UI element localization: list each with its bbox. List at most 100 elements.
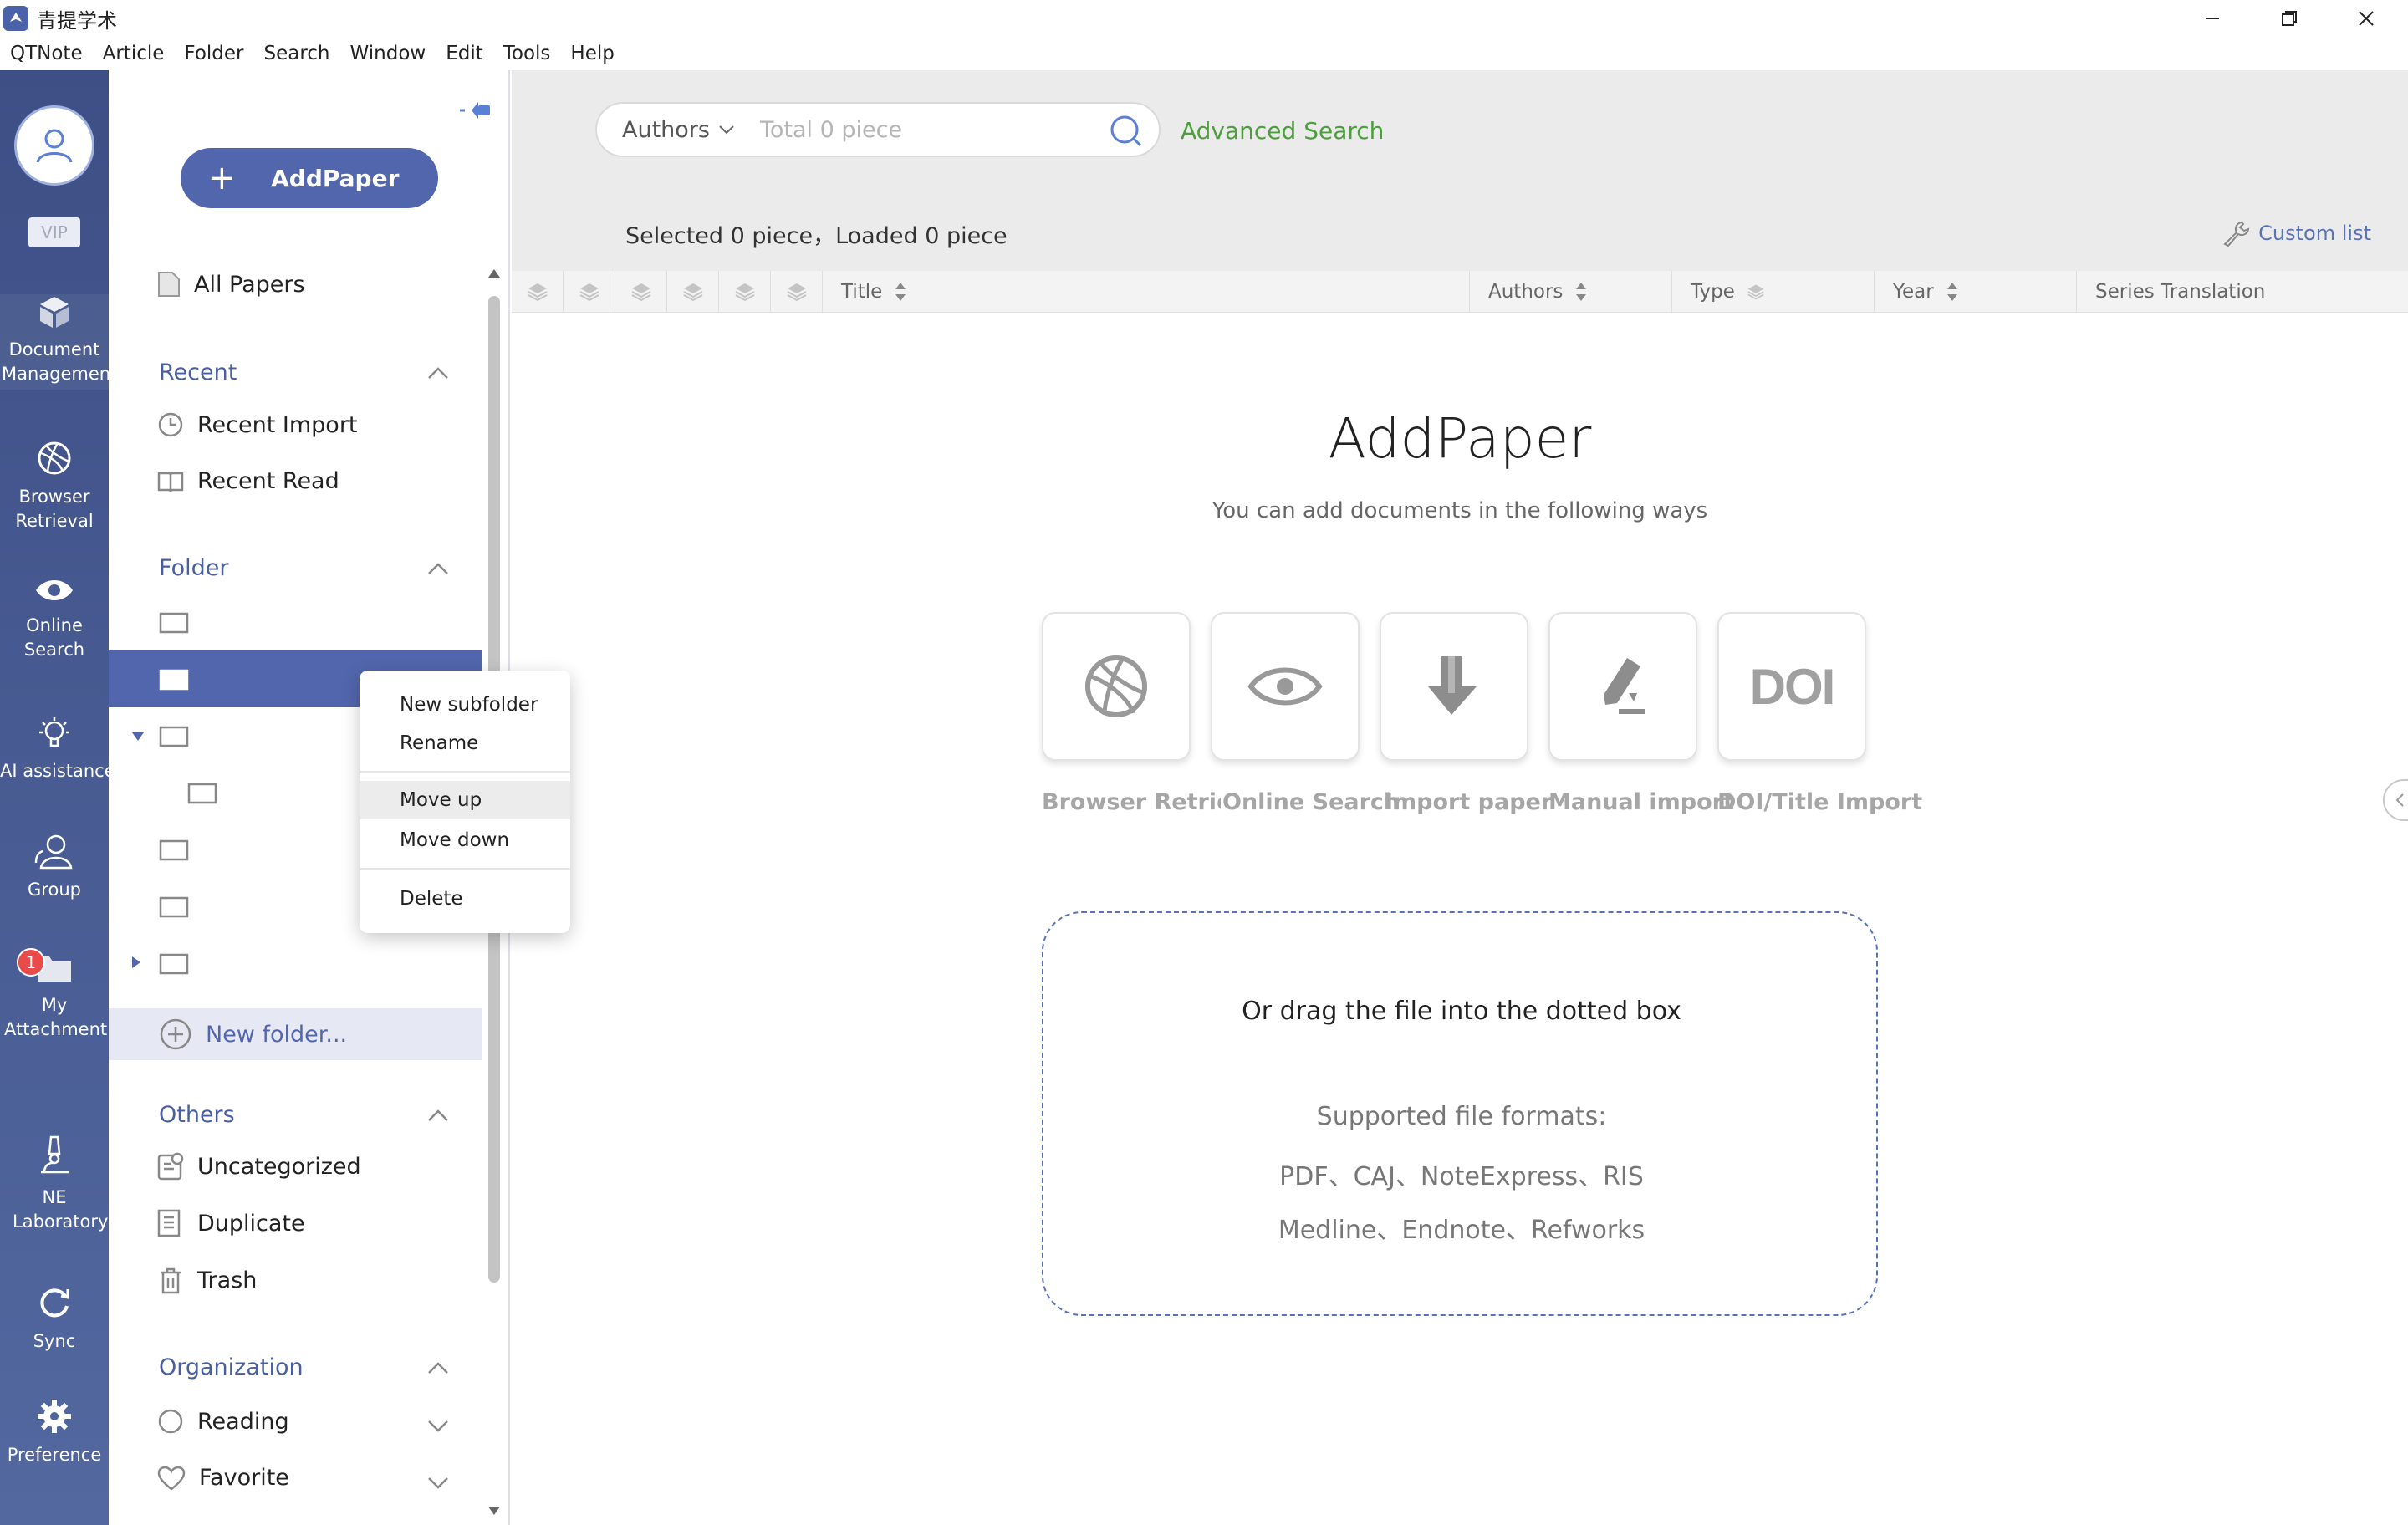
menu-search[interactable]: Search: [263, 43, 329, 64]
group-icon: [34, 834, 73, 870]
vip-badge[interactable]: VIP: [28, 217, 80, 247]
menu-tools[interactable]: Tools: [503, 43, 551, 64]
heart-icon: [157, 1466, 186, 1491]
drop-zone-title: Or drag the file into the dotted box: [1242, 997, 1681, 1026]
column-header-type[interactable]: Type: [1672, 271, 1875, 313]
rail-label: AI assistance: [0, 761, 115, 781]
rail-document-management[interactable]: Document Managemen: [0, 294, 114, 390]
rail-label: Group: [28, 880, 81, 900]
column-header-series-translation[interactable]: Series Translation: [2077, 271, 2408, 313]
ctx-move-up[interactable]: Move up: [360, 781, 570, 819]
ctx-new-subfolder[interactable]: New subfolder: [360, 686, 570, 724]
restore-button[interactable]: [2251, 0, 2328, 37]
main-panel: Authors Advanced Search Selected 0 piece…: [512, 70, 2408, 1525]
favorite-item[interactable]: Favorite: [157, 1465, 289, 1491]
duplicate-label: Duplicate: [197, 1210, 305, 1237]
menu-edit[interactable]: Edit: [446, 43, 483, 64]
chevron-down-icon[interactable]: [426, 1475, 450, 1492]
close-window-button[interactable]: [2328, 0, 2405, 37]
custom-list-label: Custom list: [2258, 222, 2371, 245]
chevron-up-icon[interactable]: [426, 1107, 450, 1124]
trash-label: Trash: [197, 1267, 258, 1293]
new-folder-button[interactable]: New folder...: [109, 1008, 482, 1060]
ctx-rename[interactable]: Rename: [360, 724, 570, 762]
menu-folder[interactable]: Folder: [184, 43, 243, 64]
duplicate-item[interactable]: Duplicate: [157, 1209, 305, 1237]
folder-item-collapsed[interactable]: [109, 935, 482, 992]
menu-help[interactable]: Help: [570, 43, 614, 64]
selection-status: Selected 0 piece，Loaded 0 piece: [625, 223, 1008, 249]
rail-online-search[interactable]: Online Search: [0, 575, 109, 662]
rail-sync[interactable]: Sync: [0, 1284, 109, 1354]
column-toggle[interactable]: [615, 271, 667, 313]
uncategorized-item[interactable]: Uncategorized: [157, 1152, 361, 1181]
advanced-search-link[interactable]: Advanced Search: [1181, 117, 1384, 145]
chevron-down-icon[interactable]: [426, 1418, 450, 1435]
manual-import-card[interactable]: [1548, 612, 1697, 761]
column-toggle[interactable]: [512, 271, 564, 313]
column-toggle[interactable]: [564, 271, 615, 313]
rail-ai-assistance[interactable]: AI assistance: [0, 714, 115, 783]
folder-icon: [159, 726, 189, 747]
ctx-move-down[interactable]: Move down: [360, 821, 570, 859]
doi-title-import-label: DOI/Title Import: [1717, 789, 1923, 815]
triangle-down-icon[interactable]: [130, 731, 145, 742]
manual-import-label: Manual import: [1548, 789, 1734, 815]
supported-formats-label: Supported file formats:: [1316, 1102, 1607, 1131]
menu-divider: [360, 868, 570, 870]
column-header-title[interactable]: Title: [823, 271, 1470, 313]
uncategorized-icon: [157, 1152, 184, 1181]
column-toggle[interactable]: [719, 271, 771, 313]
all-papers-item[interactable]: All Papers: [157, 271, 305, 298]
column-header-year[interactable]: Year: [1875, 271, 2077, 313]
chevron-up-icon[interactable]: [426, 1359, 450, 1376]
rail-preference[interactable]: Preference: [0, 1398, 109, 1467]
menu-window[interactable]: Window: [350, 43, 426, 64]
reading-item[interactable]: Reading: [157, 1408, 289, 1435]
plus-circle-icon: [160, 1018, 191, 1050]
rail-browser-retrieval[interactable]: Browser Retrieval: [0, 440, 109, 533]
basketball-icon: [38, 441, 71, 475]
supported-formats-line: PDF、CAJ、NoteExpress、RIS: [1279, 1162, 1644, 1191]
recent-read-item[interactable]: Recent Read: [157, 468, 339, 494]
search-field-select[interactable]: Authors: [622, 117, 735, 143]
folder-context-menu: New subfolder Rename Move up Move down D…: [360, 671, 570, 933]
add-paper-button[interactable]: + AddPaper: [181, 148, 438, 208]
custom-list-button[interactable]: Custom list: [2222, 219, 2371, 247]
file-drop-zone[interactable]: Or drag the file into the dotted box Sup…: [1042, 911, 1878, 1316]
triangle-right-icon[interactable]: [130, 955, 142, 970]
menu-article[interactable]: Article: [103, 43, 165, 64]
folder-item[interactable]: [109, 594, 482, 650]
search-icon[interactable]: [1109, 114, 1144, 149]
rail-ne-laboratory[interactable]: NE Laboratory: [0, 1134, 109, 1234]
search-bar-area: Authors Advanced Search: [512, 70, 2408, 187]
scroll-down-arrow-icon[interactable]: [487, 1505, 502, 1517]
online-search-card[interactable]: [1211, 612, 1360, 761]
search-input[interactable]: [759, 116, 1111, 143]
rail-group[interactable]: Group: [0, 833, 109, 902]
folder-icon: [159, 669, 189, 691]
column-toggle[interactable]: [667, 271, 719, 313]
chevron-up-icon[interactable]: [426, 365, 450, 381]
folder-icon: [159, 612, 189, 634]
import-paper-card[interactable]: [1380, 612, 1528, 761]
browser-retrieval-card[interactable]: [1042, 612, 1191, 761]
column-toggle[interactable]: [771, 271, 823, 313]
minimize-button[interactable]: [2174, 0, 2251, 37]
avatar[interactable]: [14, 105, 94, 186]
recent-import-label: Recent Import: [197, 411, 358, 438]
chevron-up-icon[interactable]: [426, 560, 450, 577]
doi-title-import-card[interactable]: DOI: [1717, 612, 1866, 761]
chevron-left-icon: [2395, 793, 2404, 807]
scroll-up-arrow-icon[interactable]: [487, 268, 502, 279]
menu-qtnote[interactable]: QTNote: [10, 43, 83, 64]
minimize-icon: [2206, 18, 2219, 19]
app-logo-icon: [3, 6, 28, 31]
ctx-delete[interactable]: Delete: [360, 880, 570, 918]
column-header-authors[interactable]: Authors: [1470, 271, 1672, 313]
recent-import-item[interactable]: Recent Import: [157, 411, 358, 438]
online-search-label: Online Search: [1221, 789, 1400, 815]
pin-icon[interactable]: [458, 95, 495, 129]
trash-item[interactable]: Trash: [157, 1266, 257, 1294]
side-panel-toggle[interactable]: [2383, 779, 2408, 821]
